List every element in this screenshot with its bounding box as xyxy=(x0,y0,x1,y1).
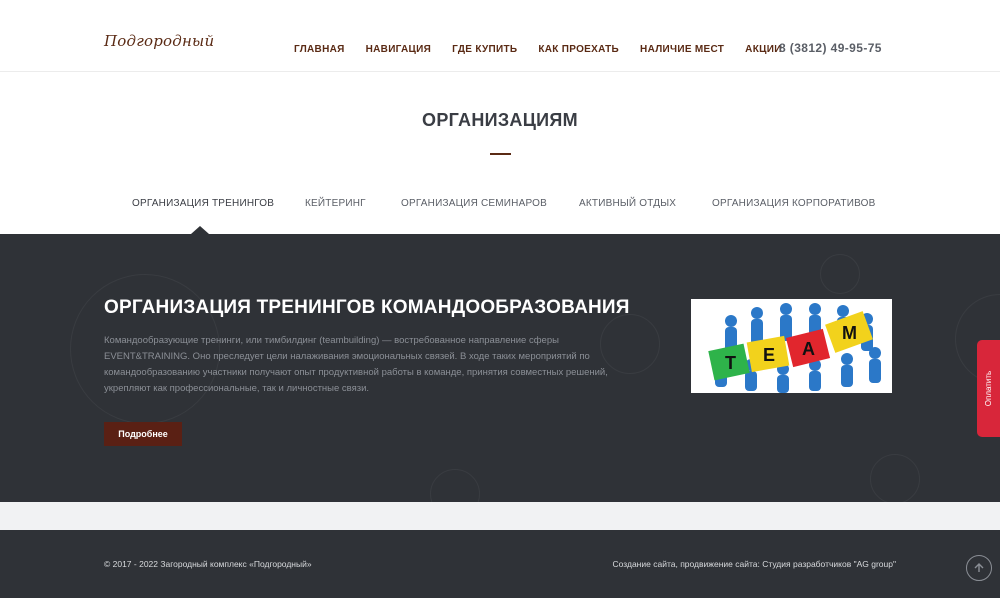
nav-item-availability[interactable]: НАЛИЧИЕ МЕСТ xyxy=(640,44,724,55)
site-logo[interactable]: Подгородный xyxy=(104,32,214,50)
site-footer: © 2017 - 2022 Загородный комплекс «Подго… xyxy=(0,530,1000,598)
background-decoration xyxy=(870,454,920,502)
footer-credit-link[interactable]: Создание сайта, продвижение сайта: Студи… xyxy=(613,559,896,569)
page-title: ОРГАНИЗАЦИЯМ xyxy=(422,110,578,130)
content-heading: ОРГАНИЗАЦИЯ ТРЕНИНГОВ КОМАНДООБРАЗОВАНИЯ xyxy=(104,297,630,318)
arrow-up-icon xyxy=(974,563,984,572)
background-decoration xyxy=(820,254,860,294)
footer-copyright: © 2017 - 2022 Загородный комплекс «Подго… xyxy=(104,559,312,569)
pay-side-tab-label: Оплатить xyxy=(984,370,993,407)
tab-content-panel: ОРГАНИЗАЦИЯ ТРЕНИНГОВ КОМАНДООБРАЗОВАНИЯ… xyxy=(0,234,1000,502)
main-nav: ГЛАВНАЯ НАВИГАЦИЯ ГДЕ КУПИТЬ КАК ПРОЕХАТ… xyxy=(294,44,803,55)
nav-item-navigation[interactable]: НАВИГАЦИЯ xyxy=(366,44,432,55)
scroll-to-top-button[interactable] xyxy=(966,555,992,581)
tab-corporate-events[interactable]: ОРГАНИЗАЦИЯ КОРПОРАТИВОВ xyxy=(712,198,875,209)
puzzle-letter-e: E xyxy=(763,345,775,365)
nav-item-home[interactable]: ГЛАВНАЯ xyxy=(294,44,345,55)
puzzle-letter-a: A xyxy=(802,339,815,359)
team-puzzle-image: T E A M xyxy=(691,299,892,393)
puzzle-letter-m: M xyxy=(842,323,857,343)
tab-trainings[interactable]: ОРГАНИЗАЦИЯ ТРЕНИНГОВ xyxy=(132,198,274,209)
divider-strip xyxy=(0,502,1000,530)
team-puzzle-illustration: T E A M xyxy=(708,303,881,393)
nav-item-promotions[interactable]: АКЦИИ xyxy=(745,44,782,55)
title-underline xyxy=(490,153,511,155)
background-decoration xyxy=(430,469,480,502)
pay-side-tab[interactable]: Оплатить xyxy=(977,340,1000,437)
tab-bar: ОРГАНИЗАЦИЯ ТРЕНИНГОВ КЕЙТЕРИНГ ОРГАНИЗА… xyxy=(0,198,1000,234)
puzzle-letter-t: T xyxy=(725,353,736,373)
tab-seminars[interactable]: ОРГАНИЗАЦИЯ СЕМИНАРОВ xyxy=(401,198,547,209)
site-header: Подгородный ГЛАВНАЯ НАВИГАЦИЯ ГДЕ КУПИТЬ… xyxy=(0,0,1000,72)
nav-item-directions[interactable]: КАК ПРОЕХАТЬ xyxy=(538,44,619,55)
tab-active-leisure[interactable]: АКТИВНЫЙ ОТДЫХ xyxy=(579,198,676,209)
tab-catering[interactable]: КЕЙТЕРИНГ xyxy=(305,198,366,209)
active-tab-indicator xyxy=(191,226,209,234)
nav-item-where-to-buy[interactable]: ГДЕ КУПИТЬ xyxy=(452,44,517,55)
more-button[interactable]: Подробнее xyxy=(104,422,182,446)
phone-number[interactable]: 8 (3812) 49-95-75 xyxy=(779,41,882,55)
content-description: Командообразующие тренинги, или тимбилди… xyxy=(104,335,608,394)
